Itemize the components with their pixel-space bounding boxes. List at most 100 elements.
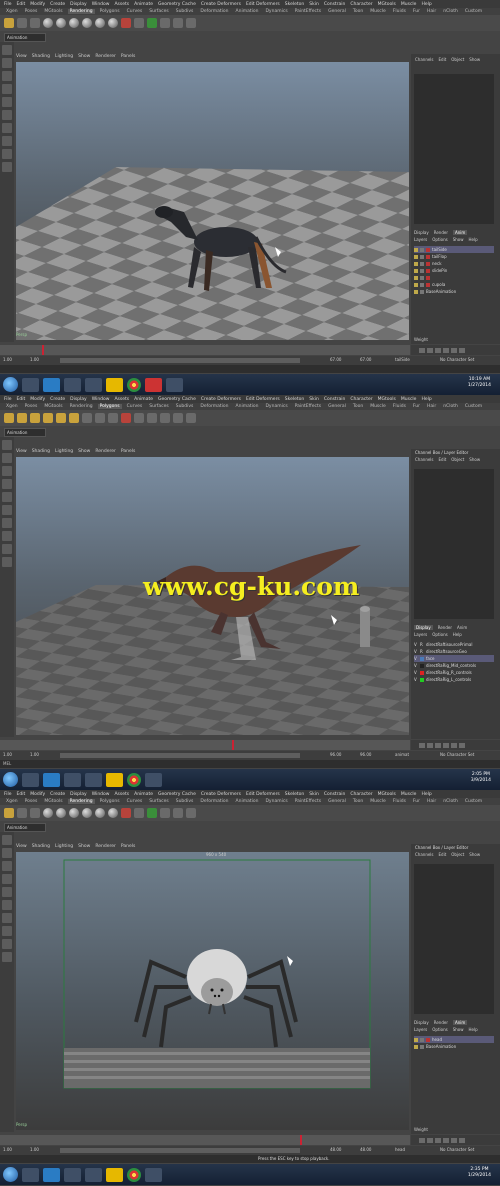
go-end-icon[interactable]	[459, 742, 465, 748]
select-tool-icon[interactable]	[2, 45, 12, 55]
tab-dynamics[interactable]: Dynamics	[263, 799, 289, 804]
visibility-toggle[interactable]: V	[414, 656, 418, 661]
menu-help[interactable]: Help	[421, 397, 431, 402]
split-icon[interactable]	[160, 413, 170, 423]
channels-menu[interactable]: Channels	[415, 57, 434, 62]
tab-polygons[interactable]: Polygons	[98, 799, 122, 804]
menu-skin[interactable]: Skin	[309, 2, 319, 7]
visibility-toggle[interactable]: V	[414, 677, 418, 682]
menu-mgtools[interactable]: MGtools	[378, 792, 396, 797]
browser-icon[interactable]	[43, 772, 60, 787]
chrome-icon[interactable]	[127, 772, 141, 787]
anim-layer-field[interactable]: animat	[395, 752, 409, 757]
step-forward-icon[interactable]	[451, 347, 457, 353]
player-icon[interactable]	[106, 377, 123, 392]
tab-fur[interactable]: Fur	[411, 9, 422, 14]
play-icon[interactable]	[443, 347, 449, 353]
range-start[interactable]: 1.00	[3, 357, 12, 362]
shader-ball-icon[interactable]	[108, 18, 118, 28]
manipulator-icon[interactable]	[2, 123, 12, 133]
menu-window[interactable]: Window	[92, 792, 110, 797]
tab-mgtools[interactable]: MGtools	[42, 9, 64, 14]
range-bar[interactable]	[60, 1148, 300, 1153]
view-menu[interactable]: View	[16, 844, 27, 851]
move-tool-icon[interactable]	[2, 874, 12, 884]
menu-geometry-cache[interactable]: Geometry Cache	[158, 2, 196, 7]
tab-toon[interactable]: Toon	[351, 799, 365, 804]
tab-painteffects[interactable]: PaintEffects	[293, 799, 323, 804]
visibility-icon[interactable]	[414, 282, 418, 287]
layer-row[interactable]: slidePin	[414, 267, 494, 274]
ramp-icon[interactable]	[147, 808, 157, 818]
tab-xgen[interactable]: Xgen	[4, 9, 20, 14]
tab-deformation[interactable]: Deformation	[198, 9, 230, 14]
playback-icon[interactable]	[420, 275, 424, 280]
go-end-icon[interactable]	[459, 347, 465, 353]
tab-custom[interactable]: Custom	[463, 799, 484, 804]
manipulator-icon[interactable]	[2, 518, 12, 528]
tab-animation[interactable]: Animation	[234, 799, 261, 804]
tab-rendering[interactable]: Rendering	[68, 404, 95, 409]
object-menu[interactable]: Object	[451, 852, 464, 857]
lasso-tool-icon[interactable]	[2, 453, 12, 463]
start-button-icon[interactable]	[3, 1167, 18, 1182]
view-menu[interactable]: View	[16, 449, 27, 456]
menu-edit[interactable]: Edit	[17, 792, 26, 797]
show-menu[interactable]: Show	[78, 844, 90, 851]
command-line[interactable]: Press the ESC key to stop playback.	[0, 1155, 500, 1163]
visibility-toggle[interactable]: V	[414, 642, 418, 647]
tab-anim[interactable]: Anim	[453, 1020, 468, 1025]
texture-icon[interactable]	[173, 808, 183, 818]
shading-menu[interactable]: Shading	[32, 449, 50, 456]
menu-edit-deformers[interactable]: Edit Deformers	[246, 2, 280, 7]
object-menu[interactable]: Object	[451, 57, 464, 62]
tab-custom[interactable]: Custom	[463, 9, 484, 14]
show-menu[interactable]: Show	[453, 1027, 464, 1032]
layer-color-swatch[interactable]	[420, 670, 424, 675]
layout-four-icon[interactable]	[2, 939, 12, 949]
bevel-icon[interactable]	[147, 413, 157, 423]
play-icon[interactable]	[443, 1137, 449, 1143]
character-set[interactable]: No Character Set	[440, 752, 474, 757]
menu-modify[interactable]: Modify	[30, 792, 45, 797]
panels-menu[interactable]: Panels	[121, 54, 135, 61]
tab-anim[interactable]: Anim	[453, 230, 468, 235]
layer-row[interactable]: VdirectRaRig_R_controls	[414, 669, 494, 676]
show-menu[interactable]: Show	[469, 852, 480, 857]
render-icon[interactable]	[4, 18, 14, 28]
layout-outliner-icon[interactable]	[2, 952, 12, 962]
tab-dynamics[interactable]: Dynamics	[263, 404, 289, 409]
select-tool-icon[interactable]	[2, 440, 12, 450]
menu-file[interactable]: File	[4, 792, 12, 797]
menu-create-deformers[interactable]: Create Deformers	[201, 397, 241, 402]
tab-ncloth[interactable]: nCloth	[441, 9, 460, 14]
menu-animate[interactable]: Animate	[134, 792, 153, 797]
menu-edit[interactable]: Edit	[17, 397, 26, 402]
menu-constrain[interactable]: Constrain	[324, 792, 346, 797]
rotate-tool-icon[interactable]	[2, 492, 12, 502]
lighting-menu[interactable]: Lighting	[55, 54, 73, 61]
help-menu[interactable]: Help	[468, 1027, 477, 1032]
visibility-icon[interactable]	[414, 1044, 418, 1049]
paint-select-icon[interactable]	[2, 71, 12, 81]
menu-constrain[interactable]: Constrain	[324, 397, 346, 402]
play-back-icon[interactable]	[435, 742, 441, 748]
panels-menu[interactable]: Panels	[121, 449, 135, 456]
visibility-toggle[interactable]: V	[414, 663, 418, 668]
time-slider[interactable]	[0, 740, 410, 750]
menu-muscle[interactable]: Muscle	[401, 792, 417, 797]
tab-curves[interactable]: Curves	[125, 404, 145, 409]
go-end-icon[interactable]	[459, 1137, 465, 1143]
mode-dropdown[interactable]: Animation	[4, 428, 46, 437]
explorer-icon[interactable]	[22, 1167, 39, 1182]
tab-rendering[interactable]: Rendering	[67, 799, 95, 804]
manipulator-icon[interactable]	[2, 913, 12, 923]
maya-icon[interactable]	[145, 772, 162, 787]
tab-surfaces[interactable]: Surfaces	[147, 9, 171, 14]
tab-fur[interactable]: Fur	[411, 404, 422, 409]
range-end[interactable]: 48.00	[330, 1147, 341, 1152]
ramp-icon[interactable]	[147, 18, 157, 28]
tab-animation[interactable]: Animation	[234, 9, 261, 14]
view-menu[interactable]: View	[16, 54, 27, 61]
start-button-icon[interactable]	[3, 772, 18, 787]
